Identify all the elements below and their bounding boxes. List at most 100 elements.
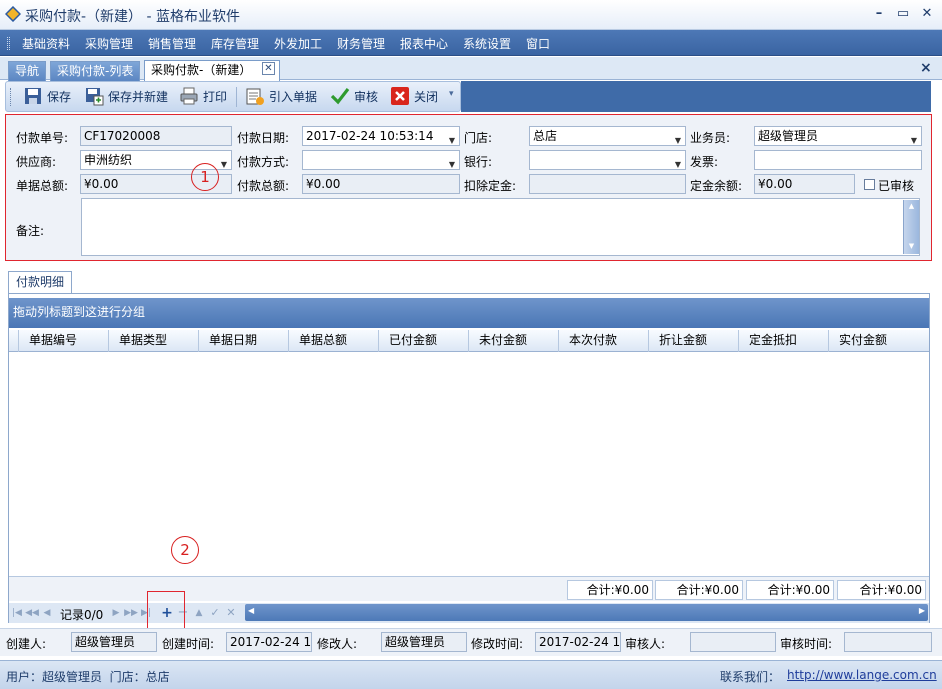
chevron-down-icon: ▼ (448, 136, 455, 145)
bank-select[interactable]: ▼ (529, 150, 686, 170)
save-and-new-button[interactable]: 保存并新建 (84, 86, 168, 106)
chevron-down-icon: ▼ (448, 160, 455, 169)
col-doc-date[interactable]: 单据日期 (198, 330, 288, 352)
print-button[interactable]: 打印 (179, 86, 227, 106)
panel-close-icon[interactable]: × (920, 60, 932, 76)
close-button[interactable]: 关闭 (390, 86, 438, 106)
checkmark-icon (330, 88, 350, 105)
audit-label: 审核 (354, 89, 379, 104)
pay-method-select[interactable]: ▼ (302, 150, 460, 170)
supplier-label: 供应商: (16, 155, 57, 169)
tab-navigation[interactable]: 导航 (8, 61, 47, 81)
scroll-left-icon[interactable]: ◀ (248, 606, 254, 615)
tab-payment-new[interactable]: 采购付款-（新建） (144, 60, 280, 81)
prev-record-icon[interactable]: ◀ (40, 605, 54, 621)
created-time-field: 2017-02-24 10 (226, 632, 312, 652)
menu-window[interactable]: 窗口 (526, 35, 550, 52)
contact-link[interactable]: http://www.lange.com.cn (787, 668, 937, 682)
pay-total-field: ¥0.00 (302, 174, 460, 194)
chevron-down-icon: ▼ (910, 136, 917, 145)
menu-purchase[interactable]: 采购管理 (85, 35, 133, 52)
chevron-down-icon: ▼ (674, 136, 681, 145)
save-button[interactable]: 保存 (23, 86, 71, 106)
pay-date-label: 付款日期: (237, 131, 290, 145)
edit-row-icon[interactable]: ▲ (192, 605, 206, 621)
col-actual-payment[interactable]: 实付金额 (828, 330, 928, 352)
store-select[interactable]: 总店 ▼ (529, 126, 686, 146)
save-label: 保存 (47, 89, 72, 104)
modified-time-label: 修改时间: (471, 637, 524, 651)
remark-scrollbar[interactable]: ▲ ▼ (903, 200, 919, 254)
scroll-up-icon[interactable]: ▲ (904, 202, 919, 210)
cancel-edit-icon[interactable]: ✕ (224, 605, 238, 621)
next-record-icon[interactable]: ▶ (109, 605, 123, 621)
remark-textarea[interactable] (81, 198, 920, 256)
col-doc-type[interactable]: 单据类型 (108, 330, 198, 352)
scroll-down-icon[interactable]: ▼ (904, 242, 919, 250)
remark-label: 备注: (16, 224, 45, 238)
next-page-icon[interactable]: ▶▶ (124, 605, 138, 621)
col-deposit-deduction[interactable]: 定金抵扣 (738, 330, 828, 352)
chevron-down-icon: ▼ (674, 160, 681, 169)
toolbar-separator (236, 87, 237, 107)
col-doc-no[interactable]: 单据编号 (18, 330, 108, 352)
menu-sales[interactable]: 销售管理 (148, 35, 196, 52)
menu-finance[interactable]: 财务管理 (337, 35, 385, 52)
invoice-field[interactable] (754, 150, 922, 170)
document-tabstrip (0, 57, 942, 80)
audit-button[interactable]: 审核 (330, 86, 378, 106)
menu-inventory[interactable]: 库存管理 (211, 35, 259, 52)
tab-payment-list[interactable]: 采购付款-列表 (50, 61, 141, 81)
tab-payment-new-label: 采购付款-（新建） (151, 63, 252, 77)
menu-grip (7, 37, 10, 50)
toolbar-overflow-icon[interactable]: ▾ (449, 89, 454, 99)
status-bar: 用户：超级管理员 门店：总店 联系我们： http://www.lange.co… (0, 660, 942, 689)
salesman-select[interactable]: 超级管理员 ▼ (754, 126, 922, 146)
close-x-icon (391, 87, 409, 105)
prev-page-icon[interactable]: ◀◀ (25, 605, 39, 621)
sum-current-payment: 合计:¥0.00 (567, 580, 653, 600)
pay-total-label: 付款总额: (237, 179, 290, 193)
title-bar: 采购付款-（新建） - 蓝格布业软件 – ▭ ✕ (0, 0, 942, 30)
restore-icon[interactable]: ▭ (894, 6, 912, 22)
first-record-icon[interactable]: |◀ (10, 605, 24, 621)
col-current-payment[interactable]: 本次付款 (558, 330, 648, 352)
col-doc-total[interactable]: 单据总额 (288, 330, 378, 352)
tab-close-icon[interactable]: ✕ (262, 62, 275, 75)
creator-label: 创建人: (6, 637, 47, 651)
floppy-disk-icon (25, 88, 41, 104)
menu-reports[interactable]: 报表中心 (400, 35, 448, 52)
close-icon[interactable]: ✕ (918, 6, 936, 22)
created-time-label: 创建时间: (162, 637, 215, 651)
scroll-right-icon[interactable]: ▶ (919, 606, 925, 615)
pay-date-picker[interactable]: 2017-02-24 10:53:14 ▼ (302, 126, 460, 146)
menu-outsourcing[interactable]: 外发加工 (274, 35, 322, 52)
audited-checkbox[interactable] (864, 179, 875, 190)
menu-settings[interactable]: 系统设置 (463, 35, 511, 52)
import-document-button[interactable]: 引入单据 (245, 86, 317, 106)
save-new-icon (86, 88, 104, 106)
col-paid-amount[interactable]: 已付金额 (378, 330, 468, 352)
col-unpaid-amount[interactable]: 未付金额 (468, 330, 558, 352)
modifier-label: 修改人: (317, 637, 358, 651)
salesman-label: 业务员: (690, 131, 731, 145)
print-label: 打印 (203, 89, 228, 104)
menu-bar: 基础资料 采购管理 销售管理 库存管理 外发加工 财务管理 报表中心 系统设置 … (0, 30, 942, 56)
grid-header-row: 单据编号 单据类型 单据日期 单据总额 已付金额 未付金额 本次付款 折让金额 … (9, 330, 929, 352)
modifier-field: 超级管理员 (381, 632, 467, 652)
horizontal-scrollbar[interactable]: ◀ ▶ (245, 604, 928, 621)
tab-payment-detail[interactable]: 付款明细 (8, 271, 72, 293)
highlight-box-add-button (147, 591, 185, 629)
confirm-edit-icon[interactable]: ✓ (208, 605, 222, 621)
save-and-new-label: 保存并新建 (108, 89, 169, 104)
printer-icon (180, 87, 198, 105)
audited-label: 已审核 (878, 179, 915, 193)
deposit-balance-field: ¥0.00 (754, 174, 855, 194)
group-by-panel[interactable]: 拖动列标题到这进行分组 (9, 298, 929, 328)
bank-label: 银行: (464, 155, 493, 169)
col-discount[interactable]: 折让金额 (648, 330, 738, 352)
auditor-label: 审核人: (625, 637, 666, 651)
app-logo-icon (5, 6, 21, 22)
minimize-icon[interactable]: – (870, 6, 888, 22)
menu-basic-data[interactable]: 基础资料 (22, 35, 70, 52)
